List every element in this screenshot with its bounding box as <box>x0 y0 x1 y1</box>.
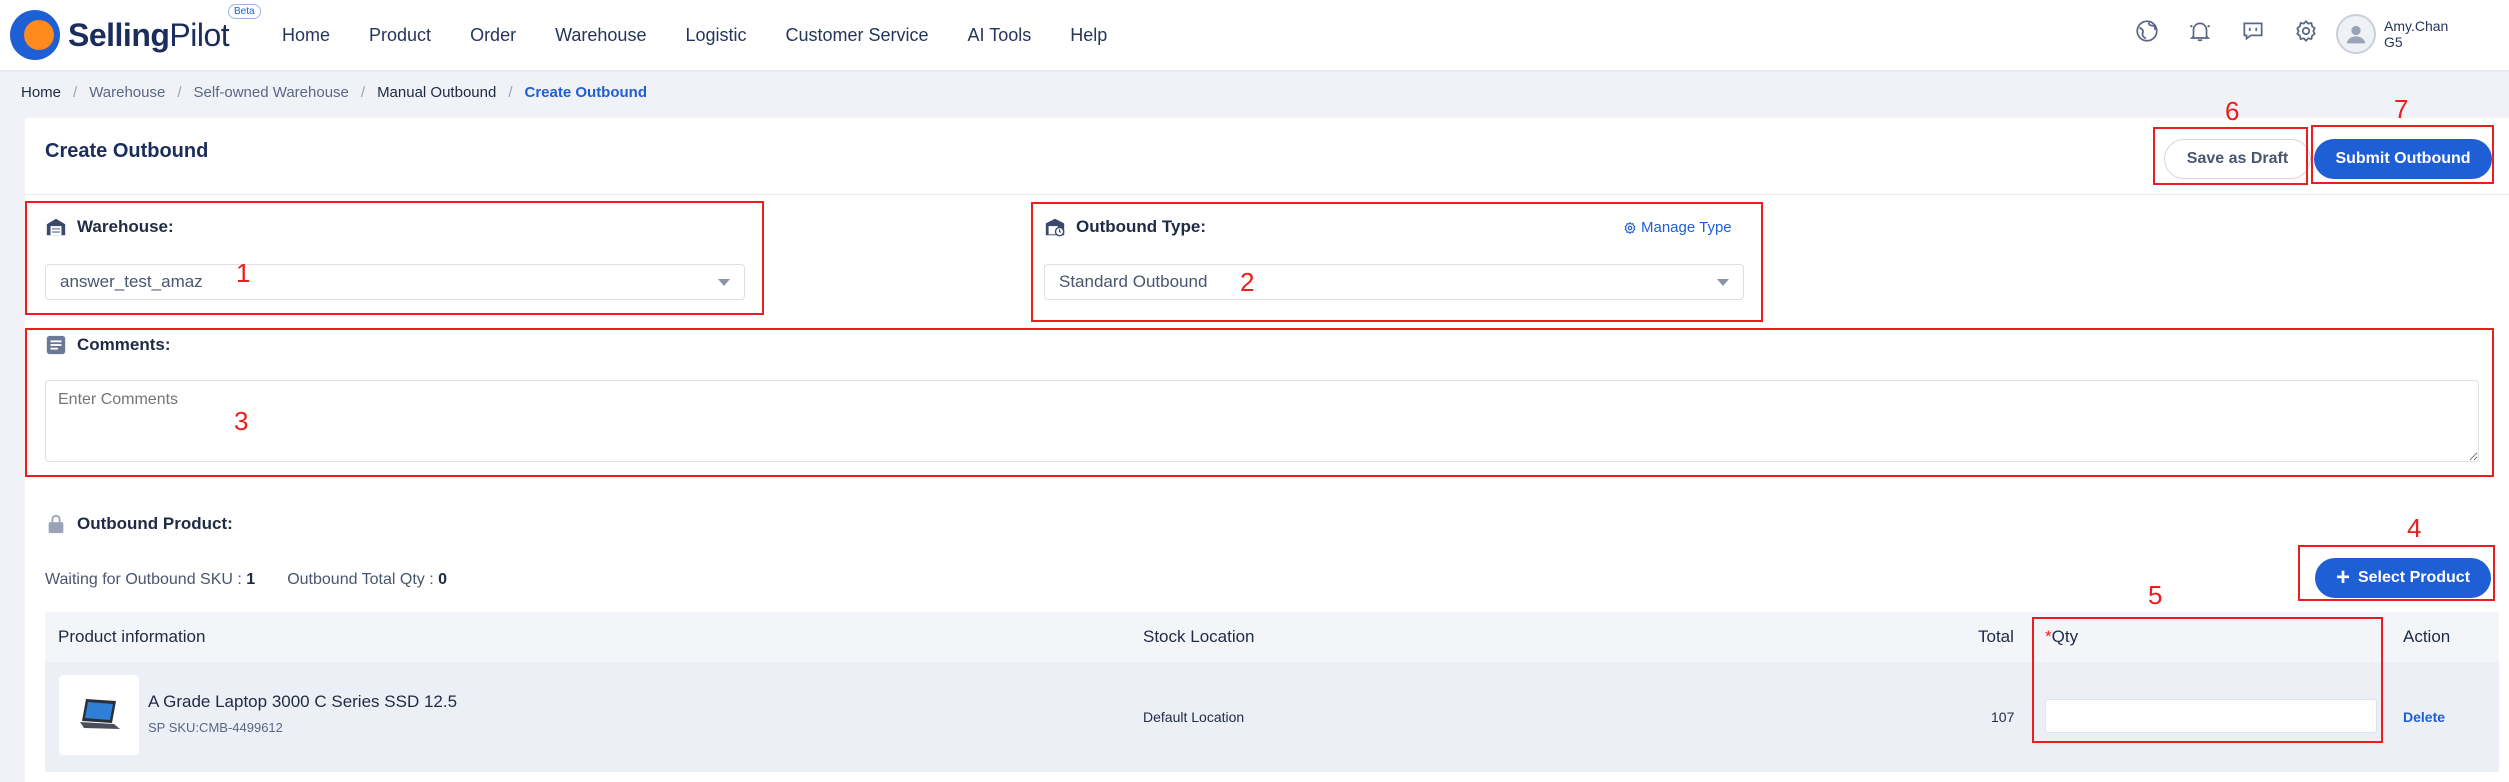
logo-mark-icon <box>10 10 60 60</box>
delete-button[interactable]: Delete <box>2403 709 2445 725</box>
user-info: Amy.Chan G5 <box>2384 18 2448 50</box>
message-icon[interactable] <box>2240 18 2266 44</box>
nav-logistic[interactable]: Logistic <box>685 25 746 46</box>
breadcrumb-home[interactable]: Home <box>21 84 61 101</box>
stock-location: Default Location <box>1143 709 1245 725</box>
product-sku: SP SKU:CMB-4499612 <box>148 720 283 735</box>
breadcrumb-manual-outbound[interactable]: Manual Outbound <box>377 84 496 101</box>
annotation-box-2 <box>1031 202 1763 322</box>
annotation-box-4 <box>2298 545 2495 601</box>
bell-icon[interactable] <box>2187 18 2213 44</box>
annotation-box-3 <box>25 328 2494 477</box>
breadcrumb-separator: / <box>360 84 366 101</box>
header-divider <box>25 194 2509 195</box>
beta-badge: Beta <box>228 4 261 19</box>
outbound-product-label: Outbound Product: <box>45 513 233 535</box>
brand-name: SellingPilot <box>68 16 230 53</box>
breadcrumb-create-outbound: Create Outbound <box>524 84 648 101</box>
brand-logo[interactable]: SellingPilot <box>10 10 230 60</box>
nav-warehouse[interactable]: Warehouse <box>555 25 646 46</box>
top-navbar: SellingPilot Beta Home Product Order War… <box>0 0 2509 70</box>
nav-help[interactable]: Help <box>1070 25 1107 46</box>
nav-ai-tools[interactable]: AI Tools <box>968 25 1032 46</box>
breadcrumb-separator: / <box>508 84 513 101</box>
laptop-icon <box>80 699 120 729</box>
breadcrumb-separator: / <box>73 84 78 101</box>
nav-customer-service[interactable]: Customer Service <box>786 25 929 46</box>
page-title: Create Outbound <box>45 140 209 162</box>
outbound-total-qty: Outbound Total Qty : 0 <box>287 571 448 588</box>
product-name: A Grade Laptop 3000 C Series SSD 12.5 <box>148 692 458 711</box>
annotation-number-3: 3 <box>234 406 249 436</box>
main-nav: Home Product Order Warehouse Logistic Cu… <box>282 0 1146 70</box>
annotation-number-7: 7 <box>2394 94 2409 124</box>
row-total: 107 <box>1991 709 2015 725</box>
header-stock-location: Stock Location <box>1143 627 1255 646</box>
annotation-box-6 <box>2153 127 2308 185</box>
breadcrumb-warehouse[interactable]: Warehouse <box>89 84 165 101</box>
annotation-number-5: 5 <box>2148 580 2163 610</box>
lock-bag-icon <box>45 513 67 535</box>
user-code: G5 <box>2384 34 2403 50</box>
annotation-number-2: 2 <box>1240 267 1255 297</box>
user-name: Amy.Chan <box>2384 18 2449 34</box>
annotation-number-6: 6 <box>2225 96 2240 126</box>
outbound-summary: Waiting for Outbound SKU : 1 Outbound To… <box>45 571 447 589</box>
header-action: Action <box>2403 627 2451 646</box>
settings-icon[interactable] <box>2293 18 2319 44</box>
annotation-box-7 <box>2311 125 2494 184</box>
annotation-number-1: 1 <box>236 258 251 288</box>
nav-icons <box>2134 18 2319 44</box>
avatar <box>2336 14 2376 54</box>
nav-home[interactable]: Home <box>282 25 330 46</box>
annotation-number-4: 4 <box>2407 513 2422 543</box>
annotation-box-1 <box>25 201 764 315</box>
nav-product[interactable]: Product <box>369 25 431 46</box>
product-thumbnail <box>59 675 139 755</box>
breadcrumb: Home / Warehouse / Self-owned Warehouse … <box>21 84 647 101</box>
nav-order[interactable]: Order <box>470 25 516 46</box>
header-total: Total <box>1978 627 2014 646</box>
user-menu[interactable]: Amy.Chan G5 <box>2336 14 2448 54</box>
waiting-sku-count: Waiting for Outbound SKU : 1 <box>45 571 256 588</box>
header-product-information: Product information <box>58 627 206 646</box>
globe-icon[interactable] <box>2134 18 2160 44</box>
breadcrumb-separator: / <box>177 84 182 101</box>
annotation-box-5 <box>2032 617 2383 743</box>
breadcrumb-self-owned-warehouse[interactable]: Self-owned Warehouse <box>194 84 349 101</box>
